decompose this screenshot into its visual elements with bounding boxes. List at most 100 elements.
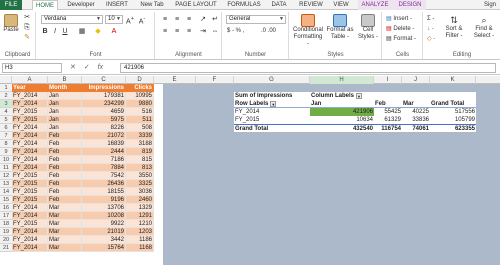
table-cell[interactable]: 234299	[82, 100, 126, 108]
table-cell[interactable]: 3036	[126, 188, 154, 196]
align-middle-icon[interactable]: ≡	[172, 15, 182, 24]
table-cell[interactable]: 813	[126, 164, 154, 172]
table-cell[interactable]: 1210	[126, 220, 154, 228]
table-cell[interactable]: 815	[126, 156, 154, 164]
autosum-button[interactable]: Σ -	[427, 15, 434, 23]
row-header[interactable]: 5	[0, 116, 12, 124]
align-top-icon[interactable]: ≡	[160, 15, 170, 24]
pivot-month-header[interactable]: Feb	[374, 100, 402, 108]
select-all-corner[interactable]	[0, 76, 12, 84]
table-cell[interactable]: Feb	[48, 148, 82, 156]
column-header-b[interactable]: B	[48, 76, 82, 84]
table-cell[interactable]: 3188	[126, 140, 154, 148]
table-cell[interactable]: Feb	[48, 180, 82, 188]
table-cell[interactable]: Mar	[48, 236, 82, 244]
enter-icon[interactable]: ✓	[84, 64, 90, 71]
column-header-f[interactable]: F	[196, 76, 234, 84]
column-header-c[interactable]: C	[82, 76, 126, 84]
table-cell[interactable]: FY_2015	[12, 108, 48, 116]
pivot-values-field[interactable]: Sum of Impressions	[234, 92, 310, 100]
column-header-e[interactable]: E	[154, 76, 196, 84]
table-cell[interactable]: 13706	[82, 204, 126, 212]
number-format-dropdown[interactable]: General ▼	[226, 15, 286, 24]
row-header[interactable]: 1	[0, 84, 12, 92]
underline-icon[interactable]: U	[61, 27, 69, 36]
pivot-grand-total-cell[interactable]: 432540	[310, 124, 374, 132]
table-cell[interactable]: 15764	[82, 244, 126, 252]
pivot-value-cell[interactable]: 55425	[374, 108, 402, 116]
insert-function-icon[interactable]: fx	[98, 64, 103, 71]
cut-icon[interactable]: ✂	[22, 13, 32, 22]
table-cell[interactable]: Feb	[48, 188, 82, 196]
table-cell[interactable]: 179381	[82, 92, 126, 100]
tab-data[interactable]: DATA	[268, 0, 290, 10]
table-cell[interactable]: Jan	[48, 92, 82, 100]
table-cell[interactable]: 5975	[82, 116, 126, 124]
table-cell[interactable]: 1203	[126, 228, 154, 236]
pivot-grand-total-cell[interactable]: 74061	[402, 124, 430, 132]
table-cell[interactable]: FY_2015	[12, 116, 48, 124]
row-header[interactable]: 14	[0, 188, 12, 196]
table-cell[interactable]: Jan	[48, 108, 82, 116]
format-painter-icon[interactable]: ✎	[22, 33, 32, 42]
table-cell[interactable]: FY_2014	[12, 244, 48, 252]
fill-button[interactable]: ↓ -	[427, 25, 434, 33]
table-cell[interactable]: Feb	[48, 156, 82, 164]
table-cell[interactable]: FY_2015	[12, 172, 48, 180]
pivot-grand-total-label[interactable]: Grand Total	[234, 124, 310, 132]
table-cell[interactable]: 10208	[82, 212, 126, 220]
table-cell[interactable]: 4659	[82, 108, 126, 116]
table-cell[interactable]: 3442	[82, 236, 126, 244]
shrink-font-icon[interactable]: A-	[137, 15, 147, 26]
insert-cells-button[interactable]: ▤ Insert -	[386, 15, 412, 23]
table-cell[interactable]: FY_2014	[12, 236, 48, 244]
currency-percent-comma-buttons[interactable]: $ - % ,	[227, 27, 244, 35]
table-cell[interactable]: 10995	[126, 92, 154, 100]
wrap-text-icon[interactable]: ↵	[210, 15, 220, 24]
table-cell[interactable]: 2460	[126, 196, 154, 204]
align-center-icon[interactable]: ≡	[172, 27, 182, 36]
row-header[interactable]: 6	[0, 124, 12, 132]
table-cell[interactable]: 1168	[126, 244, 154, 252]
delete-cells-button[interactable]: ▤ Delete -	[386, 25, 414, 33]
format-as-table-button[interactable]: Format as Table -	[326, 14, 354, 41]
font-color-icon[interactable]: A	[109, 27, 119, 36]
cancel-icon[interactable]: ✕	[70, 64, 76, 71]
table-cell[interactable]: FY_2014	[12, 92, 48, 100]
table-cell[interactable]: 16839	[82, 140, 126, 148]
pivot-grand-total-cell[interactable]: 623355	[430, 124, 476, 132]
table-cell[interactable]: Feb	[48, 140, 82, 148]
row-header[interactable]: 21	[0, 244, 12, 252]
tab-page-layout[interactable]: PAGE LAYOUT	[172, 0, 220, 10]
table-cell[interactable]: FY_2014	[12, 124, 48, 132]
pivot-value-cell[interactable]: 105799	[430, 116, 476, 124]
format-cells-button[interactable]: ▤ Format -	[386, 35, 416, 43]
table-cell[interactable]: Feb	[48, 164, 82, 172]
table-cell[interactable]: 3339	[126, 132, 154, 140]
tab-analyze[interactable]: ANALYZE	[358, 0, 392, 10]
pivot-grand-total-cell[interactable]: 116754	[374, 124, 402, 132]
tab-review[interactable]: REVIEW	[296, 0, 326, 10]
paste-button[interactable]: Paste	[2, 14, 20, 34]
table-cell[interactable]: 1329	[126, 204, 154, 212]
tab-new-tab[interactable]: New Tab	[136, 0, 168, 10]
merge-center-icon[interactable]: ⇔	[210, 27, 220, 36]
orientation-icon[interactable]: ↗	[198, 15, 208, 24]
table-cell[interactable]: 21072	[82, 132, 126, 140]
decimal-buttons[interactable]: .0 .00	[261, 27, 276, 35]
indent-icon[interactable]: ⇥	[198, 27, 208, 36]
table-cell[interactable]: 516	[126, 108, 154, 116]
table-cell[interactable]: FY_2014	[12, 132, 48, 140]
table-cell[interactable]: 511	[126, 116, 154, 124]
table-cell[interactable]: Jan	[48, 124, 82, 132]
row-header[interactable]: 10	[0, 156, 12, 164]
pivot-row-label[interactable]: FY_2015	[234, 116, 310, 124]
sort-filter-button[interactable]: ⇅ Sort & Filter -	[440, 14, 468, 40]
table-cell[interactable]: Mar	[48, 244, 82, 252]
table-cell[interactable]: 1186	[126, 236, 154, 244]
column-header-h[interactable]: H	[310, 76, 374, 84]
find-select-button[interactable]: ⌕ Find & Select -	[470, 14, 498, 40]
table-cell[interactable]: 9880	[126, 100, 154, 108]
italic-icon[interactable]: I	[51, 27, 59, 36]
table-cell[interactable]: FY_2015	[12, 180, 48, 188]
